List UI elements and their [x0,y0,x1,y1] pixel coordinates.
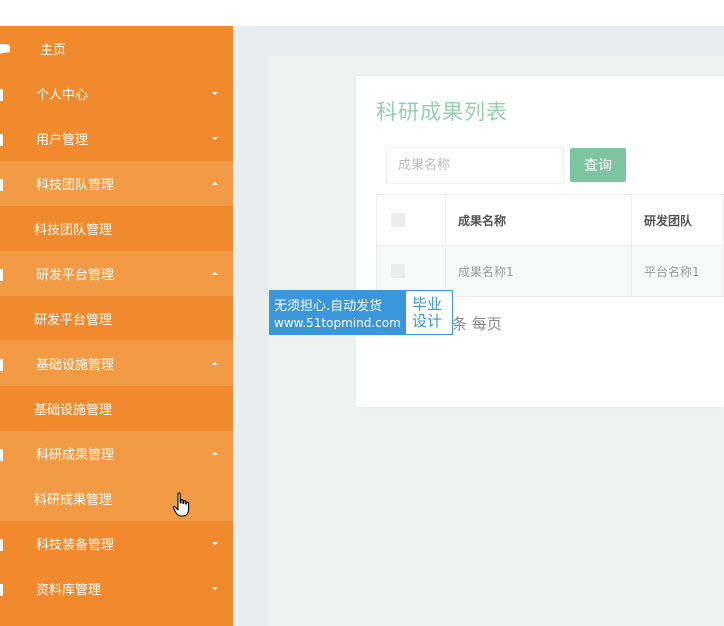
sidebar-item-label: 用户管理 [36,133,89,148]
sidebar-item-tech-team[interactable]: 科技团队管理 [0,161,233,206]
hand-cursor-icon [172,492,190,517]
watermark-right: 毕业 设计 [405,290,453,335]
list-panel: 科研成果列表 查询 成果名称 研发团队 成果名称1 平台名称1 条 每页 [356,76,724,407]
grid-icon [0,583,10,596]
table-cell: 成果名称1 [445,245,632,297]
sidebar-item-user-management[interactable]: 用户管理 [0,116,233,161]
table-cell: 平台名称1 [631,245,724,297]
watermark-banner: 无须担心.自动发货 www.51topmind.com 毕业 设计 [269,290,454,335]
sidebar-subitem-infrastructure[interactable]: 基础设施管理 [0,386,233,431]
caret-up-icon [212,452,218,455]
column-header[interactable]: 成果名称 [445,194,632,246]
sidebar-subitem-label: 科技团队管理 [34,223,113,238]
row-select-cell [376,245,446,297]
sidebar-item-label: 科技团队管理 [36,178,115,193]
sidebar: 主页 个人中心 用户管理 科技团队管理 科技团队管理 研发平台管理 研发平台管理… [0,26,233,626]
caret-up-icon [212,362,218,365]
sidebar-item-label: 个人中心 [36,88,89,103]
select-all-cell [376,194,446,246]
watermark-url: www.51topmind.com [274,316,401,330]
caret-down-icon [212,92,218,95]
caret-up-icon [212,272,218,275]
sidebar-item-label: 基础设施管理 [36,358,115,373]
results-table: 成果名称 研发团队 成果名称1 平台名称1 [376,194,724,297]
column-header[interactable]: 研发团队 [631,194,724,246]
grid-icon [0,448,10,461]
sidebar-item-infrastructure[interactable]: 基础设施管理 [0,341,233,386]
search-input[interactable] [386,147,564,184]
grid-icon [0,268,10,281]
sidebar-item-rd-platform[interactable]: 研发平台管理 [0,251,233,296]
caret-up-icon [212,182,218,185]
table-header-row: 成果名称 研发团队 [376,194,724,246]
caret-down-icon [212,542,218,545]
sidebar-item-label: 主页 [40,43,67,58]
grid-icon [0,88,10,101]
watermark-text: 毕业 [412,294,443,313]
sidebar-item-label: 资料库管理 [36,583,102,598]
sidebar-item-research-results[interactable]: 科研成果管理 [0,431,233,476]
sidebar-subitem-tech-team[interactable]: 科技团队管理 [0,206,233,251]
top-bar [0,0,724,26]
pagination-text: 条 每页 [452,315,502,333]
sidebar-subitem-label: 科研成果管理 [34,493,113,508]
sidebar-item-data-library[interactable]: 资料库管理 [0,566,233,611]
flag-icon [0,43,10,54]
grid-icon [0,358,10,371]
watermark-text: 无须担心.自动发货 [274,299,383,314]
search-button[interactable]: 查询 [570,148,626,182]
grid-icon [0,178,10,191]
caret-down-icon [212,587,218,590]
table-row[interactable]: 成果名称1 平台名称1 [376,245,724,297]
sidebar-item-label: 研发平台管理 [36,268,115,283]
select-all-checkbox[interactable] [391,213,405,227]
row-checkbox[interactable] [391,264,405,278]
sidebar-subitem-label: 研发平台管理 [34,313,113,328]
page-title: 科研成果列表 [376,100,508,124]
sidebar-item-home[interactable]: 主页 [0,26,233,71]
sidebar-item-personal-center[interactable]: 个人中心 [0,71,233,116]
sidebar-subitem-rd-platform[interactable]: 研发平台管理 [0,296,233,341]
sidebar-subitem-label: 基础设施管理 [34,403,113,418]
sidebar-item-label: 科研成果管理 [36,448,115,463]
watermark-left: 无须担心.自动发货 www.51topmind.com [269,290,405,335]
sidebar-item-tech-equipment[interactable]: 科技装备管理 [0,521,233,566]
watermark-text: 设计 [412,311,443,330]
grid-icon [0,538,10,551]
sidebar-item-label: 科技装备管理 [36,538,115,553]
sidebar-subitem-research-results[interactable]: 科研成果管理 [0,476,233,521]
grid-icon [0,133,10,146]
caret-down-icon [212,137,218,140]
